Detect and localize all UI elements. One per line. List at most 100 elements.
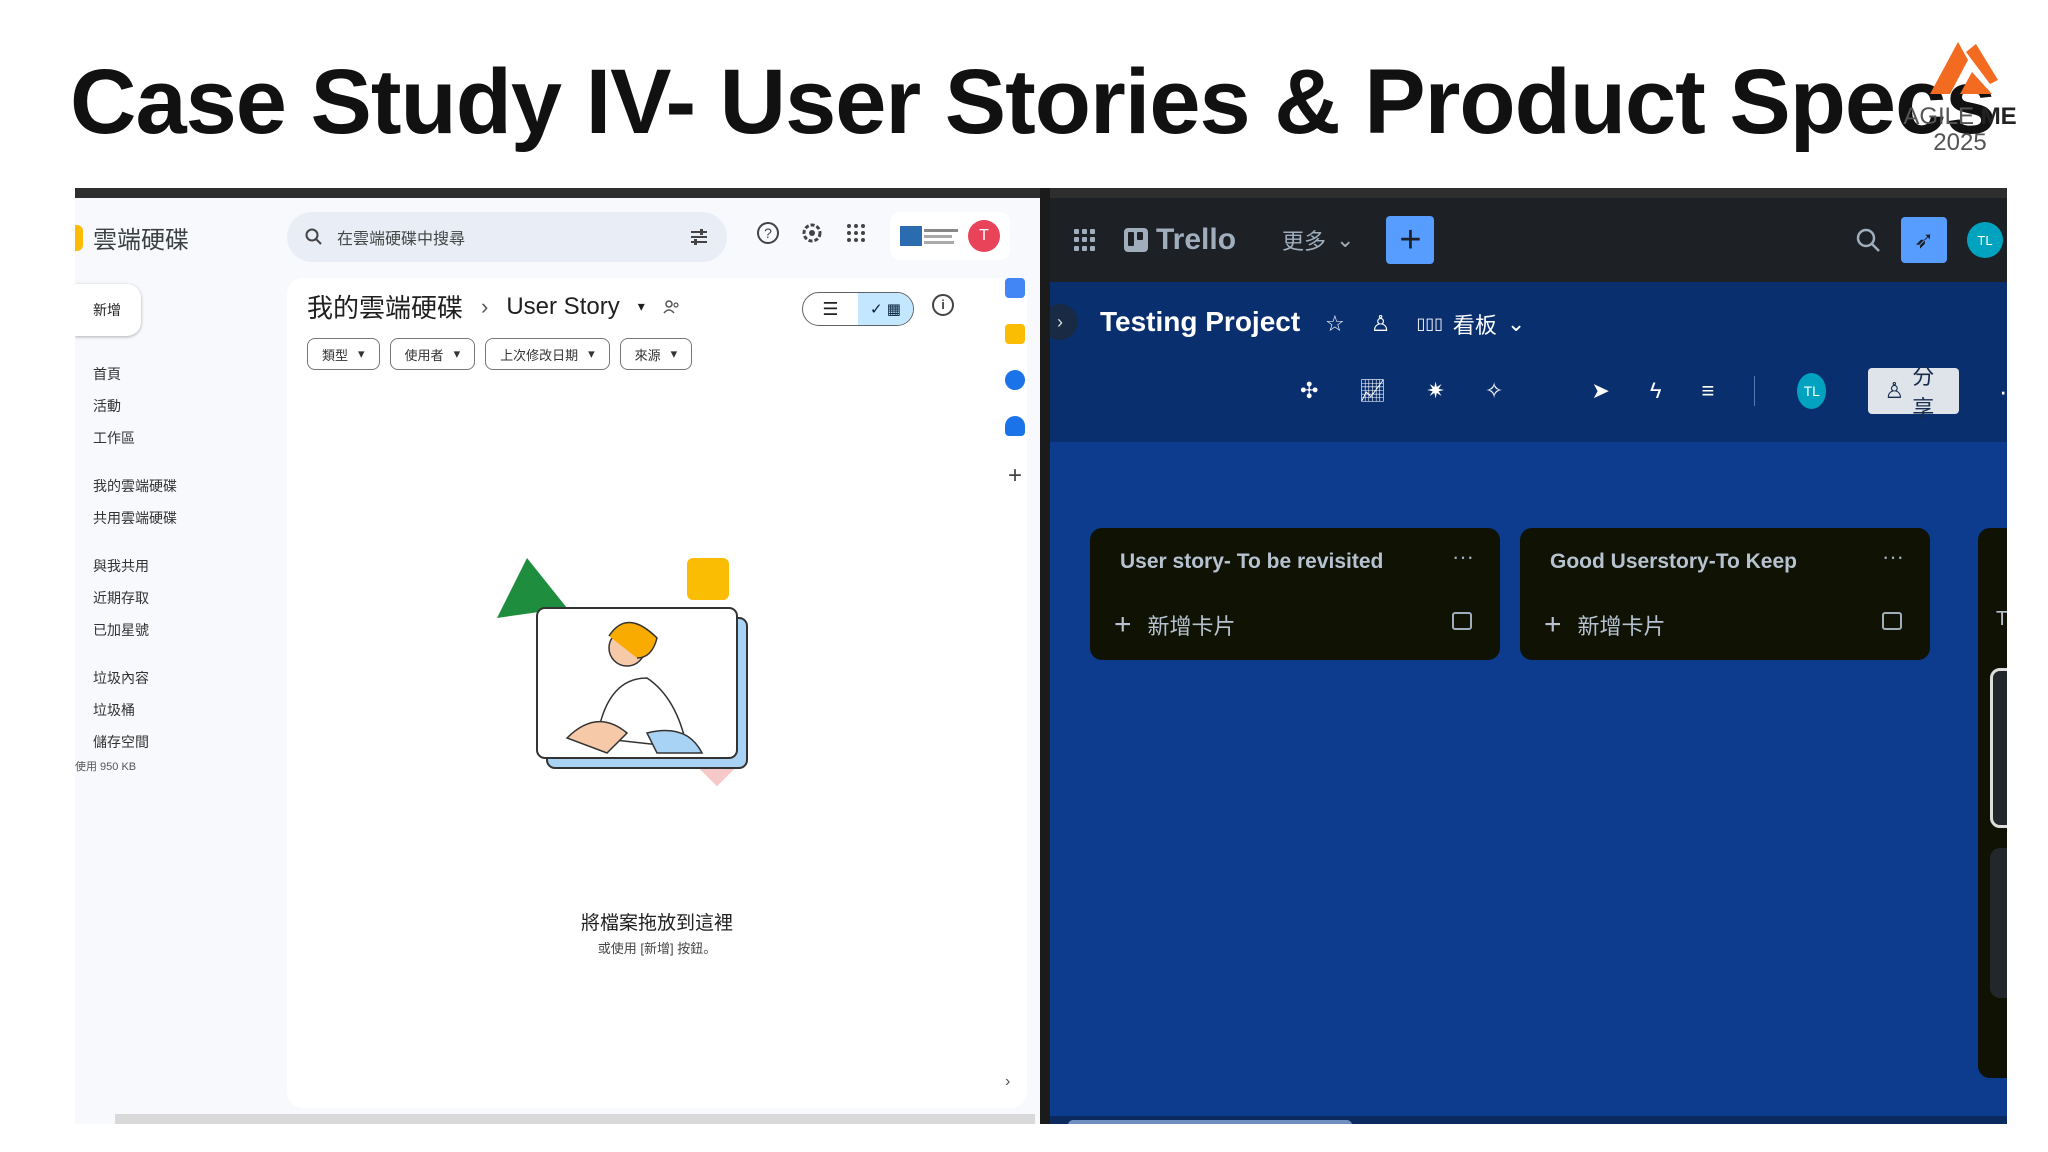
empty-state-subtitle: 或使用 [新增] 按鈕。 [597, 941, 717, 956]
user-avatar[interactable]: TL [1967, 222, 2003, 258]
window-divider [1040, 188, 1050, 1124]
horizontal-scrollbar[interactable] [115, 1114, 1035, 1124]
share-button[interactable]: ♙ 分享 [1868, 364, 1959, 421]
filter-chip-source[interactable]: 來源 ▾ [619, 338, 693, 370]
card-template-icon[interactable] [1882, 612, 1902, 630]
breadcrumb-folder[interactable]: User Story [506, 293, 619, 321]
add-card-label: 新增卡片 [1147, 614, 1236, 639]
org-badge[interactable]: T [890, 212, 1010, 260]
create-button[interactable]: + [1386, 216, 1435, 264]
filter-chip-type[interactable]: 類型 ▾ [307, 338, 380, 370]
filter-chip-people[interactable]: 使用者 ▾ [389, 338, 476, 370]
chevron-right-icon: › [481, 293, 489, 319]
new-button[interactable]: 新增 [75, 284, 141, 336]
app-switcher-icon[interactable] [1074, 229, 1096, 251]
caret-down-icon: ▾ [453, 346, 461, 361]
horizontal-scrollbar[interactable] [1050, 1116, 2007, 1124]
card-partial[interactable] [1990, 668, 2007, 828]
chevron-down-icon: ⌄ [1336, 227, 1355, 252]
add-card-button[interactable]: + 新增卡片 [1114, 608, 1236, 642]
search-icon[interactable] [1855, 227, 1881, 253]
board-tools: ✣ 📈︎ ✷ ✧ ➤ ϟ ≡ TL ♙ 分享 ··· [1300, 364, 2007, 421]
nav-shared-drives[interactable]: 共用雲端硬碟 [93, 508, 177, 528]
info-icon[interactable]: i [932, 294, 954, 316]
drive-search-input[interactable]: 在雲端硬碟中搜尋 [287, 212, 727, 262]
board-meta: ☆ ♙ ▯▯▯ 看板 ⌄ [1325, 308, 1525, 340]
caret-down-icon: ▾ [358, 346, 365, 361]
add-card-button[interactable]: + 新增卡片 [1544, 608, 1666, 642]
trello-logo-text: Trello [1156, 223, 1237, 256]
nav-shared-with-me[interactable]: 與我共用 [93, 556, 149, 576]
add-addon-icon[interactable]: + [995, 462, 1035, 490]
card-partial[interactable] [1990, 848, 2007, 998]
trello-logo[interactable]: Trello [1124, 223, 1236, 257]
rocket-icon[interactable]: ➶ [1901, 217, 1947, 263]
toolbar-divider [1754, 376, 1756, 406]
add-person-icon: ♙ [1884, 378, 1905, 403]
search-options-icon[interactable] [689, 228, 709, 246]
list-title[interactable]: Good Userstory-To Keep [1550, 550, 1797, 574]
list-view-icon[interactable]: ☰ [803, 293, 858, 325]
list-menu-icon[interactable]: ··· [1882, 544, 1904, 570]
dashboard-chart-icon[interactable]: 📈︎ [1358, 378, 1386, 404]
list-title[interactable]: User story- To be revisited [1120, 550, 1383, 574]
partial-list-text: T [1996, 608, 2007, 630]
star-icon[interactable]: ☆ [1325, 311, 1345, 337]
card-template-icon[interactable] [1452, 612, 1472, 630]
nav-trash[interactable]: 垃圾桶 [93, 700, 135, 720]
board-view-selector[interactable]: ▯▯▯ 看板 ⌄ [1416, 308, 1525, 340]
nav-spam[interactable]: 垃圾內容 [93, 668, 149, 688]
grid-view-icon[interactable]: ✓ ▦ [858, 293, 913, 325]
contacts-icon[interactable] [1005, 416, 1025, 436]
board-view-label: 看板 [1452, 313, 1497, 338]
expand-sidebar-icon[interactable]: › [1050, 304, 1078, 340]
nav-recent[interactable]: 近期存取 [93, 588, 149, 608]
ai-sparkle-icon[interactable]: ✷ [1426, 378, 1444, 404]
shared-people-icon[interactable] [663, 299, 681, 315]
breadcrumb: 我的雲端硬碟 › User Story ▾ [307, 288, 681, 325]
visibility-icon[interactable]: ♙ [1371, 311, 1391, 337]
caret-down-icon[interactable]: ▾ [638, 298, 645, 315]
board-title[interactable]: Testing Project [1100, 306, 1300, 338]
filter-chip-label: 類型 [322, 347, 349, 363]
apps-grid-icon[interactable] [843, 220, 869, 246]
filter-chip-label: 使用者 [404, 347, 444, 363]
automation-bolt-icon[interactable]: ϟ [1650, 378, 1662, 404]
board-menu-icon[interactable]: ··· [1999, 376, 2007, 407]
nav-home[interactable]: 首頁 [93, 364, 121, 384]
nav-my-drive[interactable]: 我的雲端硬碟 [93, 476, 177, 496]
help-icon[interactable]: ? [755, 220, 781, 246]
scroll-thumb[interactable] [1068, 1120, 1352, 1124]
breadcrumb-root[interactable]: 我的雲端硬碟 [307, 288, 463, 325]
nav-storage[interactable]: 儲存空間 [93, 732, 149, 752]
view-toggle[interactable]: ☰ ✓ ▦ [802, 292, 914, 326]
settings-gear-icon[interactable] [799, 220, 825, 246]
search-icon [305, 228, 322, 245]
nav-activity[interactable]: 活動 [93, 396, 121, 416]
account-avatar[interactable]: T [968, 220, 1000, 252]
keep-icon[interactable] [1005, 324, 1025, 344]
nav-workspace[interactable]: 工作區 [93, 428, 135, 448]
power-ups-icon[interactable]: ✣ [1300, 378, 1318, 404]
send-icon[interactable]: ➤ [1591, 378, 1609, 404]
tasks-icon[interactable] [1005, 370, 1025, 390]
list-menu-icon[interactable]: ··· [1452, 544, 1474, 570]
svg-text:?: ? [764, 225, 772, 241]
plus-icon: + [1114, 608, 1132, 641]
nav-starred[interactable]: 已加星號 [93, 620, 149, 640]
calendar-icon[interactable] [1005, 278, 1025, 298]
drive-window: 雲端硬碟 在雲端硬碟中搜尋 ? T 新增 首頁 活動 工作區 我的雲端硬碟 共用… [75, 188, 1041, 1124]
sparkles-icon[interactable]: ✧ [1485, 378, 1503, 404]
drive-logo[interactable]: 雲端硬碟 [75, 220, 189, 255]
filter-chip-modified[interactable]: 上次修改日期 ▾ [485, 338, 610, 370]
empty-state-illustration [497, 558, 748, 787]
more-menu[interactable]: 更多 ⌄ [1282, 224, 1354, 256]
logo-agile: AGILE [1903, 103, 1975, 130]
board-header: › Testing Project ☆ ♙ ▯▯▯ 看板 ⌄ ✣ 📈︎ ✷ ✧ … [1050, 282, 2007, 442]
trello-top-right: ➶ TL [1855, 217, 2003, 263]
board-member-avatar[interactable]: TL [1795, 371, 1829, 411]
filter-icon[interactable]: ≡ [1701, 378, 1714, 404]
logo-year: 2025 [1933, 129, 1987, 157]
chevron-right-icon[interactable]: › [1005, 1073, 1010, 1091]
trello-list: User story- To be revisited ··· + 新增卡片 [1090, 528, 1500, 660]
